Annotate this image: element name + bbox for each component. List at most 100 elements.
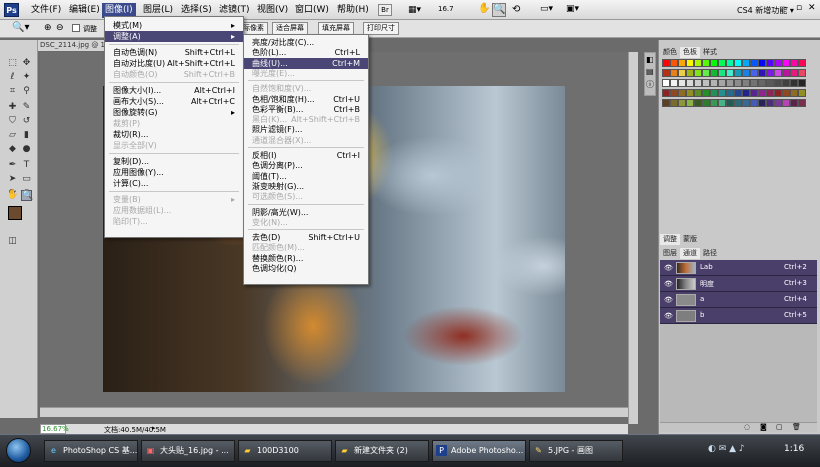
lasso-tool-icon[interactable]: ℓ xyxy=(7,72,18,83)
color-swatch[interactable] xyxy=(726,89,734,97)
menu-item[interactable]: 模式(M) ▸ xyxy=(105,20,243,31)
dodge-tool-icon[interactable]: ● xyxy=(21,144,32,155)
quick-mask-icon[interactable]: ◫ xyxy=(7,236,18,247)
load-selection-icon[interactable]: ◌ xyxy=(744,423,750,431)
color-swatch[interactable] xyxy=(798,89,806,97)
gradient-tool-icon[interactable]: ▮ xyxy=(21,130,32,141)
color-swatch[interactable] xyxy=(742,89,750,97)
taskbar-item-ie[interactable]: e PhotoShop CS 基... xyxy=(44,440,138,462)
color-swatch[interactable] xyxy=(702,89,710,97)
channel-row-a[interactable]: 👁 a Ctrl+4 xyxy=(660,292,817,308)
tab-styles[interactable]: 样式 xyxy=(700,47,720,58)
color-swatch[interactable] xyxy=(718,89,726,97)
rotate-view-icon[interactable]: ⟲ xyxy=(512,4,520,15)
channel-row-b[interactable]: 👁 b Ctrl+5 xyxy=(660,308,817,324)
eyedropper-tool-icon[interactable]: ⚲ xyxy=(21,86,32,97)
color-swatch[interactable] xyxy=(678,59,686,67)
navigator-icon[interactable]: ◧ xyxy=(646,55,654,64)
color-swatch[interactable] xyxy=(750,59,758,67)
menu-window[interactable]: 窗口(W) xyxy=(292,3,332,18)
menu-item[interactable]: 图像旋转(G) ▸ xyxy=(105,107,243,118)
color-swatch[interactable] xyxy=(710,79,718,87)
eye-icon[interactable]: 👁 xyxy=(664,296,673,304)
color-swatch[interactable] xyxy=(766,99,774,107)
arrange-documents-icon[interactable]: ▭▾ xyxy=(540,4,553,14)
minimize-icon[interactable]: – xyxy=(784,3,789,13)
zoom-tool-selected-icon[interactable]: 🔍 xyxy=(21,190,33,201)
color-swatch[interactable] xyxy=(742,99,750,107)
color-swatch[interactable] xyxy=(774,79,782,87)
crop-tool-icon[interactable]: ⌗ xyxy=(7,86,18,97)
menu-item[interactable]: 图像大小(I)... Alt+Ctrl+I xyxy=(105,85,243,96)
brush-tool-icon[interactable]: ✎ xyxy=(21,102,32,113)
color-swatch[interactable] xyxy=(686,89,694,97)
tab-paths[interactable]: 路径 xyxy=(700,248,720,259)
color-swatch[interactable] xyxy=(678,89,686,97)
color-swatch[interactable] xyxy=(734,59,742,67)
color-swatch[interactable] xyxy=(710,99,718,107)
color-swatch[interactable] xyxy=(766,69,774,77)
color-swatch[interactable] xyxy=(750,99,758,107)
info-icon[interactable]: ⓘ xyxy=(646,79,654,90)
menu-item[interactable]: 复制(D)... xyxy=(105,156,243,167)
hand-tool-icon[interactable]: ✋ xyxy=(478,3,490,14)
color-swatch[interactable] xyxy=(758,89,766,97)
bridge-icon[interactable]: Br xyxy=(378,4,392,16)
save-selection-icon[interactable]: ◙ xyxy=(760,423,767,431)
healing-brush-tool-icon[interactable]: ✚ xyxy=(7,102,18,113)
delete-channel-icon[interactable]: 🗑 xyxy=(792,423,801,431)
zoom-tool-icon[interactable]: 🔍 xyxy=(492,3,506,17)
color-swatch[interactable] xyxy=(774,69,782,77)
zoom-out-icon[interactable]: ⊖ xyxy=(56,23,64,33)
color-swatch[interactable] xyxy=(662,99,670,107)
pen-tool-icon[interactable]: ✒ xyxy=(7,160,18,171)
color-swatch[interactable] xyxy=(718,99,726,107)
eye-icon[interactable]: 👁 xyxy=(664,264,673,272)
color-swatch[interactable] xyxy=(702,59,710,67)
color-swatch[interactable] xyxy=(734,69,742,77)
color-swatch[interactable] xyxy=(782,69,790,77)
color-swatch[interactable] xyxy=(750,69,758,77)
tab-color[interactable]: 颜色 xyxy=(660,47,680,58)
menu-item[interactable]: 应用图像(Y)... xyxy=(105,167,243,178)
color-swatch[interactable] xyxy=(726,79,734,87)
menu-item[interactable]: 自动色调(N) Shift+Ctrl+L xyxy=(105,47,243,58)
color-swatch[interactable] xyxy=(694,89,702,97)
color-swatch[interactable] xyxy=(742,79,750,87)
color-swatch[interactable] xyxy=(726,59,734,67)
taskbar-item-photoshop[interactable]: P Adobe Photosho... xyxy=(432,440,526,462)
color-swatch[interactable] xyxy=(662,59,670,67)
color-swatch[interactable] xyxy=(694,99,702,107)
view-extras-icon[interactable]: ▦▾ xyxy=(408,5,421,15)
color-swatch[interactable] xyxy=(790,59,798,67)
restore-icon[interactable]: ▫ xyxy=(796,3,802,13)
menu-item[interactable]: 裁切(R)... xyxy=(105,129,243,140)
color-swatch[interactable] xyxy=(718,79,726,87)
hand-tool-small-icon[interactable]: ✋ xyxy=(7,190,18,201)
color-swatch[interactable] xyxy=(782,89,790,97)
color-swatch[interactable] xyxy=(774,59,782,67)
taskbar-item-folder-1[interactable]: ▰ 100D3100 xyxy=(238,440,332,462)
color-swatch[interactable] xyxy=(774,99,782,107)
color-swatch[interactable] xyxy=(670,59,678,67)
menu-item[interactable]: 色调均化(Q) xyxy=(244,263,368,274)
zoom-percentage[interactable]: 16.67% xyxy=(40,424,69,434)
menu-edit[interactable]: 编辑(E) xyxy=(66,3,103,18)
new-channel-icon[interactable]: ▢ xyxy=(776,423,783,431)
color-swatch[interactable] xyxy=(686,59,694,67)
channel-row-lab[interactable]: 👁 Lab Ctrl+2 xyxy=(660,260,817,276)
foreground-color-swatch[interactable] xyxy=(8,206,22,220)
taskbar-item-paint[interactable]: ✎ 5.JPG - 画图 xyxy=(529,440,623,462)
color-swatch[interactable] xyxy=(694,59,702,67)
color-swatch[interactable] xyxy=(798,69,806,77)
color-swatch[interactable] xyxy=(670,89,678,97)
close-icon[interactable]: ✕ xyxy=(808,3,816,13)
color-swatch[interactable] xyxy=(742,59,750,67)
type-tool-icon[interactable]: T xyxy=(21,160,32,171)
eraser-tool-icon[interactable]: ▱ xyxy=(7,130,18,141)
color-swatch[interactable] xyxy=(798,79,806,87)
color-swatch[interactable] xyxy=(774,89,782,97)
tab-channels[interactable]: 通道 xyxy=(680,248,700,259)
color-swatch[interactable] xyxy=(726,69,734,77)
vertical-scrollbar[interactable] xyxy=(628,52,638,424)
